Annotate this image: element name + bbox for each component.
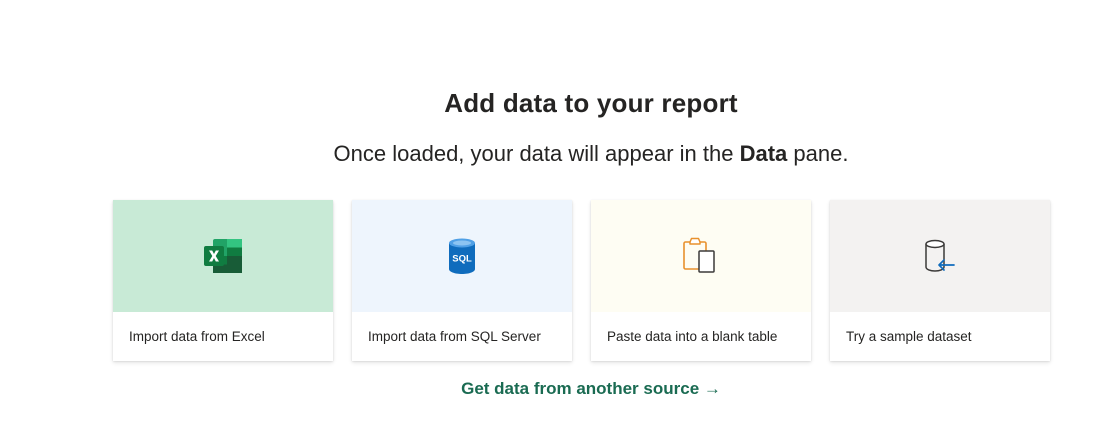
paste-blank-table-card-label: Paste data into a blank table [607, 329, 778, 344]
paste-blank-table-card[interactable]: Paste data into a blank table [591, 200, 811, 361]
subtitle-text-after: pane. [787, 141, 849, 166]
subtitle-text-before: Once loaded, your data will appear in th… [333, 141, 740, 166]
import-sql-server-card-banner: SQL [352, 200, 572, 312]
data-source-cards: Import data from Excel SQL Import data f… [113, 200, 1050, 361]
svg-text:SQL: SQL [452, 254, 472, 265]
sample-dataset-icon [922, 238, 958, 274]
import-excel-card[interactable]: Import data from Excel [113, 200, 333, 361]
import-excel-card-label: Import data from Excel [129, 329, 265, 344]
page-title: Add data to your report [444, 88, 738, 118]
clipboard-paste-icon [683, 237, 719, 275]
get-data-other-source-label: Get data from another source [461, 379, 700, 398]
import-sql-server-card-label: Import data from SQL Server [368, 329, 541, 344]
sql-server-icon: SQL [448, 238, 476, 274]
import-sql-server-card[interactable]: SQL Import data from SQL Server [352, 200, 572, 361]
arrow-right-icon: → [703, 379, 721, 398]
get-data-other-source-link[interactable]: Get data from another source → [0, 378, 1114, 400]
paste-blank-table-card-banner [591, 200, 811, 312]
sample-dataset-card-banner [830, 200, 1050, 312]
sample-dataset-card-label: Try a sample dataset [846, 329, 972, 344]
page-subtitle: Once loaded, your data will appear in th… [0, 140, 1114, 168]
import-excel-card-banner [113, 200, 333, 312]
subtitle-data-pane-label: Data [739, 141, 788, 166]
excel-icon [204, 239, 242, 273]
sample-dataset-card[interactable]: Try a sample dataset [830, 200, 1050, 361]
